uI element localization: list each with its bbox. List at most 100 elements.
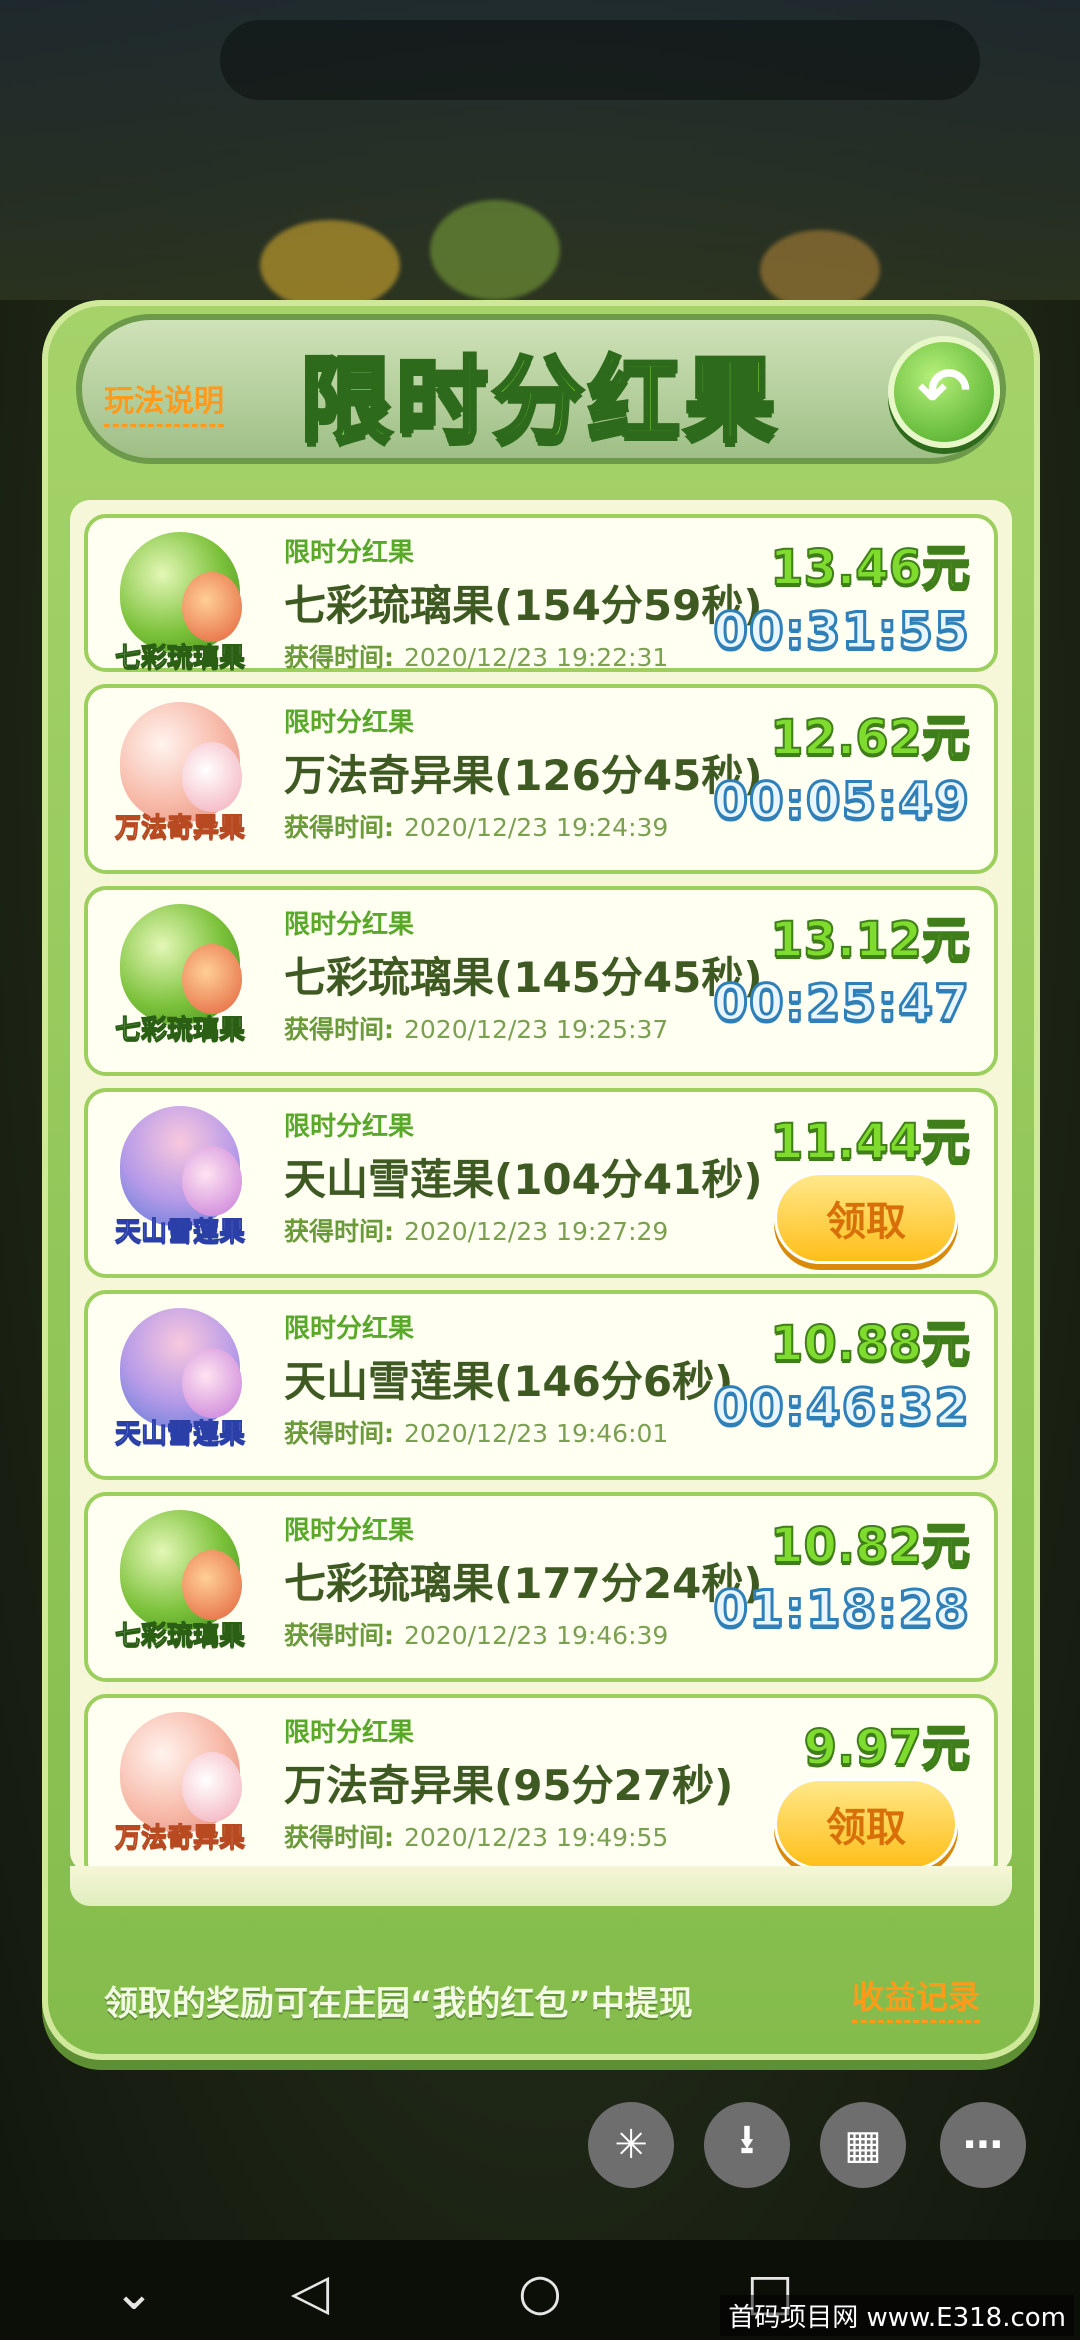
sparkle-icon: ✳ — [614, 2122, 648, 2168]
obtain-time: 获得时间: 2020/12/23 19:46:39 — [284, 1616, 668, 1652]
obtain-time-label: 获得时间: — [284, 1217, 394, 1246]
chevron-down-icon: ⌄ — [113, 2263, 155, 2321]
reward-amount: 12.62元 — [769, 709, 971, 767]
fruit-image-label: 万法奇异果 — [114, 813, 245, 844]
home-circle-icon: ○ — [518, 2263, 562, 2321]
fruit-accent — [182, 1752, 242, 1822]
fruit-image-label: 七彩琉璃果 — [114, 1015, 245, 1046]
fruit-accent — [182, 1348, 242, 1418]
collapse-button[interactable]: ⌄ — [104, 2262, 164, 2322]
card-tag: 限时分红果 — [284, 1314, 415, 1344]
obtain-time: 获得时间: 2020/12/23 19:22:31 — [284, 638, 668, 674]
fruit-accent — [182, 572, 242, 642]
fruit-image: 天山雪莲果 — [100, 1106, 260, 1256]
fruit-card: 天山雪莲果 限时分红果天山雪莲果(104分41秒) 获得时间: 2020/12/23 … — [84, 1088, 998, 1278]
reward-amount: 10.82元 — [769, 1517, 971, 1575]
claim-button[interactable]: 领取 — [774, 1172, 958, 1264]
fruit-accent — [182, 944, 242, 1014]
obtain-time-value: 2020/12/23 19:46:01 — [404, 1419, 669, 1448]
countdown-timer: 00:25:47 — [712, 973, 971, 1034]
fruit-name: 天山雪莲果(104分41秒) — [284, 1155, 763, 1204]
reward-amount: 13.12元 — [769, 911, 971, 969]
obtain-time-label: 获得时间: — [284, 1621, 394, 1650]
fruit-name: 七彩琉璃果(177分24秒) — [284, 1559, 763, 1608]
background-fruit — [260, 220, 400, 310]
fruit-image-label: 天山雪莲果 — [114, 1419, 245, 1450]
nav-home-button[interactable]: ○ — [510, 2262, 570, 2322]
fruit-accent — [182, 1550, 242, 1620]
fruit-image-label: 七彩琉璃果 — [114, 1621, 245, 1652]
reward-amount: 13.46元 — [769, 539, 971, 597]
fruit-name: 天山雪莲果(146分6秒) — [284, 1357, 734, 1406]
obtain-time: 获得时间: 2020/12/23 19:24:39 — [284, 808, 668, 844]
card-tag: 限时分红果 — [284, 1516, 415, 1546]
reward-amount: 9.97元 — [803, 1719, 971, 1777]
card-tag: 限时分红果 — [284, 538, 415, 568]
obtain-time-label: 获得时间: — [284, 813, 394, 842]
watermark: 首码项目网 www.E318.com — [720, 2295, 1074, 2336]
download-icon: ⭳ — [740, 2117, 754, 2163]
fruit-image-label: 七彩琉璃果 — [114, 643, 245, 674]
reward-amount: 11.44元 — [769, 1113, 971, 1171]
fruit-card: 七彩琉璃果 限时分红果七彩琉璃果(145分45秒) 获得时间: 2020/12/23 … — [84, 886, 998, 1076]
fruit-image: 七彩琉璃果 — [100, 532, 260, 682]
fruit-image: 七彩琉璃果 — [100, 1510, 260, 1660]
fruit-name: 万法奇异果(95分27秒) — [284, 1761, 734, 1810]
obtain-time: 获得时间: 2020/12/23 19:46:01 — [284, 1414, 668, 1450]
fruit-card: 万法奇异果 限时分红果万法奇异果(95分27秒) 获得时间: 2020/12/23 1… — [84, 1694, 998, 1872]
income-records-link[interactable]: 收益记录 — [852, 1972, 981, 2023]
card-tag: 限时分红果 — [284, 910, 415, 940]
fruit-accent — [182, 742, 242, 812]
obtain-time: 获得时间: 2020/12/23 19:27:29 — [284, 1212, 668, 1248]
grid-button[interactable]: ▦ — [820, 2102, 906, 2188]
obtain-time-label: 获得时间: — [284, 643, 394, 672]
obtain-time: 获得时间: 2020/12/23 19:49:55 — [284, 1818, 668, 1854]
more-button[interactable]: ⋯ — [940, 2102, 1026, 2188]
obtain-time-label: 获得时间: — [284, 1823, 394, 1852]
countdown-timer: 01:18:28 — [712, 1579, 971, 1640]
sparkle-button[interactable]: ✳ — [588, 2102, 674, 2188]
obtain-time-value: 2020/12/23 19:25:37 — [404, 1015, 669, 1044]
card-tag: 限时分红果 — [284, 1718, 415, 1748]
list-panel-bottom — [70, 1866, 1012, 1906]
nav-back-button[interactable]: ◁ — [280, 2262, 340, 2322]
fruit-card: 七彩琉璃果 限时分红果七彩琉璃果(177分24秒) 获得时间: 2020/12/23 … — [84, 1492, 998, 1682]
grid-icon: ▦ — [844, 2122, 882, 2168]
fruit-image-label: 万法奇异果 — [114, 1823, 245, 1854]
card-tag: 限时分红果 — [284, 708, 415, 738]
rules-link[interactable]: 玩法说明 — [104, 376, 224, 427]
fruit-image: 万法奇异果 — [100, 702, 260, 852]
fruit-name: 七彩琉璃果(154分59秒) — [284, 581, 763, 630]
fruit-name: 万法奇异果(126分45秒) — [284, 751, 763, 800]
countdown-timer: 00:05:49 — [712, 771, 971, 832]
fruit-image: 万法奇异果 — [100, 1712, 260, 1862]
claim-button[interactable]: 领取 — [774, 1778, 958, 1870]
fruit-list: 七彩琉璃果 限时分红果 七彩琉璃果(154分59秒) 获得时间: 2020/12/23 … — [84, 514, 998, 1872]
obtain-time: 获得时间: 2020/12/23 19:25:37 — [284, 1010, 668, 1046]
back-triangle-icon: ◁ — [290, 2263, 330, 2321]
background-fruit — [430, 200, 560, 300]
obtain-time-value: 2020/12/23 19:46:39 — [404, 1621, 669, 1650]
fruit-list-panel[interactable]: 七彩琉璃果 限时分红果 七彩琉璃果(154分59秒) 获得时间: 2020/12/23 … — [70, 500, 1012, 1872]
fruit-image: 天山雪莲果 — [100, 1308, 260, 1458]
obtain-time-value: 2020/12/23 19:49:55 — [404, 1823, 669, 1852]
obtain-time-value: 2020/12/23 19:24:39 — [404, 813, 669, 842]
fruit-name: 七彩琉璃果(145分45秒) — [284, 953, 763, 1002]
back-arrow-icon: ↶ — [917, 355, 971, 429]
fruit-card: 天山雪莲果 限时分红果天山雪莲果(146分6秒) 获得时间: 2020/12/23 1… — [84, 1290, 998, 1480]
card-tag: 限时分红果 — [284, 1112, 415, 1142]
fruit-image-label: 天山雪莲果 — [114, 1217, 245, 1248]
fruit-card: 七彩琉璃果 限时分红果七彩琉璃果(154分59秒) 获得时间: 2020/12/23 … — [84, 514, 998, 674]
reward-amount: 10.88元 — [769, 1315, 971, 1373]
download-button[interactable]: ⭳ — [704, 2102, 790, 2188]
countdown-timer: 00:31:55 — [712, 601, 971, 662]
footer-note: 领取的奖励可在庄园“我的红包”中提现 — [104, 1984, 693, 2024]
fruit-card: 万法奇异果 限时分红果万法奇异果(126分45秒) 获得时间: 2020/12/23 … — [84, 684, 998, 874]
countdown-timer: 00:46:32 — [712, 1377, 971, 1438]
back-button[interactable]: ↶ — [888, 336, 1000, 448]
background-fruit — [760, 230, 880, 310]
obtain-time-label: 获得时间: — [284, 1015, 394, 1044]
obtain-time-value: 2020/12/23 19:27:29 — [404, 1217, 669, 1246]
obtain-time-value: 2020/12/23 19:22:31 — [404, 643, 669, 672]
fruit-image: 七彩琉璃果 — [100, 904, 260, 1054]
